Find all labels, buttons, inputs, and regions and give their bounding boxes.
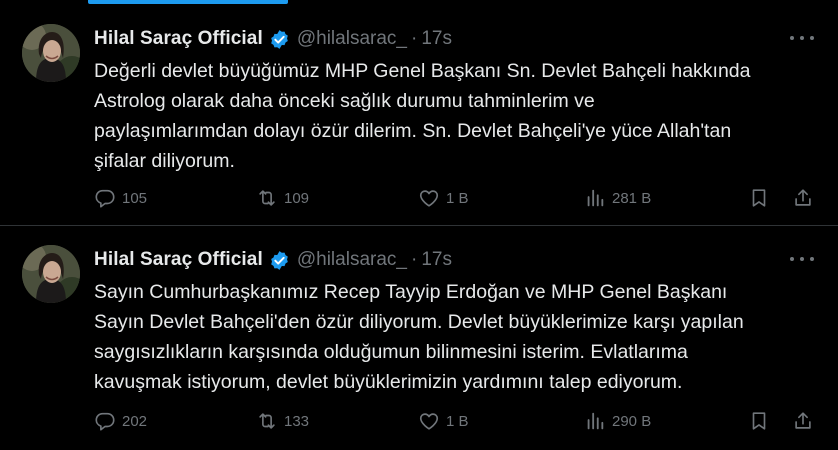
views-button[interactable]: 290 B (584, 407, 651, 435)
like-button[interactable]: 1 B (418, 407, 469, 435)
retweet-icon (256, 187, 278, 209)
timestamp[interactable]: 17s (421, 28, 452, 50)
tweet[interactable]: Hilal Saraç Official @hilalsarac_ · 17s … (0, 227, 838, 450)
views-button[interactable]: 281 B (584, 184, 651, 212)
top-tab-indicator (88, 0, 288, 4)
tweet-text: Sayın Cumhurbaşkanımız Recep Tayyip Erdo… (94, 281, 744, 393)
action-bar: 202 133 1 B 290 B (94, 407, 820, 435)
action-bar: 105 109 1 B 281 B (94, 184, 820, 212)
author-name[interactable]: Hilal Saraç Official (94, 249, 263, 271)
view-count: 281 B (612, 189, 652, 207)
separator-dot: · (410, 249, 418, 270)
verified-badge-icon (269, 29, 290, 50)
timestamp[interactable]: 17s (421, 249, 452, 271)
bookmark-icon (748, 187, 770, 209)
reply-count: 202 (122, 412, 148, 430)
reply-icon (94, 187, 116, 209)
like-count: 1 B (446, 189, 469, 207)
like-icon (418, 410, 440, 432)
verified-badge-icon (269, 250, 290, 271)
tweet-text: Değerli devlet büyüğümüz MHP Genel Başka… (94, 60, 751, 172)
bookmark-icon (748, 410, 770, 432)
retweet-button[interactable]: 109 (256, 184, 309, 212)
author-handle[interactable]: @hilalsarac_ (297, 28, 407, 50)
share-icon (792, 187, 814, 209)
tweet-header: Hilal Saraç Official @hilalsarac_ · 17s (94, 26, 452, 52)
views-icon (584, 410, 606, 432)
reply-button[interactable]: 202 (94, 407, 147, 435)
tweet[interactable]: Hilal Saraç Official @hilalsarac_ · 17s … (0, 6, 838, 226)
tweet-header: Hilal Saraç Official @hilalsarac_ · 17s (94, 247, 452, 273)
share-icon (792, 410, 814, 432)
like-icon (418, 187, 440, 209)
like-button[interactable]: 1 B (418, 184, 469, 212)
reply-button[interactable]: 105 (94, 184, 147, 212)
avatar[interactable] (22, 245, 80, 303)
retweet-icon (256, 410, 278, 432)
avatar[interactable] (22, 24, 80, 82)
retweet-button[interactable]: 133 (256, 407, 309, 435)
reply-count: 105 (122, 189, 148, 207)
bookmark-button[interactable] (748, 184, 770, 212)
retweet-count: 109 (284, 189, 310, 207)
author-name[interactable]: Hilal Saraç Official (94, 28, 263, 50)
more-icon[interactable] (790, 249, 814, 269)
timeline: Hilal Saraç Official @hilalsarac_ · 17s … (0, 0, 838, 450)
share-button[interactable] (792, 407, 814, 435)
view-count: 290 B (612, 412, 652, 430)
retweet-count: 133 (284, 412, 310, 430)
author-handle[interactable]: @hilalsarac_ (297, 249, 407, 271)
share-button[interactable] (792, 184, 814, 212)
reply-icon (94, 410, 116, 432)
separator-dot: · (410, 28, 418, 49)
views-icon (584, 187, 606, 209)
bookmark-button[interactable] (748, 407, 770, 435)
like-count: 1 B (446, 412, 469, 430)
more-icon[interactable] (790, 28, 814, 48)
